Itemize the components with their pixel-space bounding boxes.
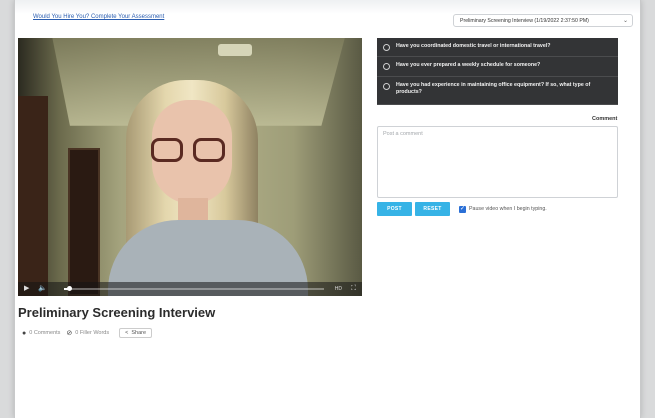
no-filler-icon: ⊘ [66,330,73,337]
interview-select[interactable]: Preliminary Screening Interview (1/19/20… [453,14,633,27]
comment-input[interactable] [377,126,618,198]
radio-icon[interactable] [383,63,390,70]
survey-link[interactable]: Would You Hire You? Complete Your Assess… [33,14,164,20]
radio-icon[interactable] [383,44,390,51]
share-button[interactable]: < Share [119,328,153,338]
filler-words-label: 0 Filler Words [75,330,110,336]
video-controls: ▶ 🔈 HD ⛶ [18,282,362,296]
video-title: Preliminary Screening Interview [18,305,216,320]
question-item[interactable]: Have you coordinated domestic travel or … [377,38,618,57]
share-icon: < [125,330,129,336]
pause-video-checkbox[interactable]: ✓ [459,206,466,213]
question-text: Have you ever prepared a weekly schedule… [396,62,541,68]
share-label: Share [131,330,147,336]
radio-icon[interactable] [383,83,390,90]
video-player[interactable]: ▶ 🔈 HD ⛶ [18,38,362,296]
question-text: Have you had experience in maintaining o… [396,82,591,95]
video-doorframe [18,96,48,296]
pause-video-label: Pause video when I begin typing. [469,206,547,212]
question-text: Have you coordinated domestic travel or … [396,43,551,49]
video-door [68,148,100,296]
play-icon[interactable]: ▶ [24,282,29,296]
video-light-fixture [218,44,252,56]
video-progress-bar[interactable] [64,288,324,290]
volume-icon[interactable]: 🔈 [38,282,47,296]
chevron-down-icon: ⌄ [622,18,628,24]
video-scrubber-handle[interactable] [67,286,73,291]
reset-button[interactable]: RESET [415,202,450,216]
comments-count-label: 0 Comments [29,330,61,336]
filler-words-count[interactable]: ⊘ 0 Filler Words [66,329,109,337]
post-button[interactable]: POST [377,202,412,216]
question-list: Have you coordinated domestic travel or … [377,38,618,105]
question-item[interactable]: Have you had experience in maintaining o… [377,77,618,105]
fullscreen-icon[interactable]: ⛶ [351,282,356,296]
question-item[interactable]: Have you ever prepared a weekly schedule… [377,57,618,77]
quality-button[interactable]: HD [335,282,342,296]
header-strip [15,0,640,14]
comment-icon: ● [22,329,27,337]
interview-select-value: Preliminary Screening Interview (1/19/20… [460,18,589,24]
comment-label: Comment [592,116,618,122]
video-meta-row: ● 0 Comments ⊘ 0 Filler Words < Share [22,326,153,340]
video-person-glasses-right [193,138,225,162]
comments-count[interactable]: ● 0 Comments [22,330,60,337]
video-person-glasses-left [151,138,183,162]
